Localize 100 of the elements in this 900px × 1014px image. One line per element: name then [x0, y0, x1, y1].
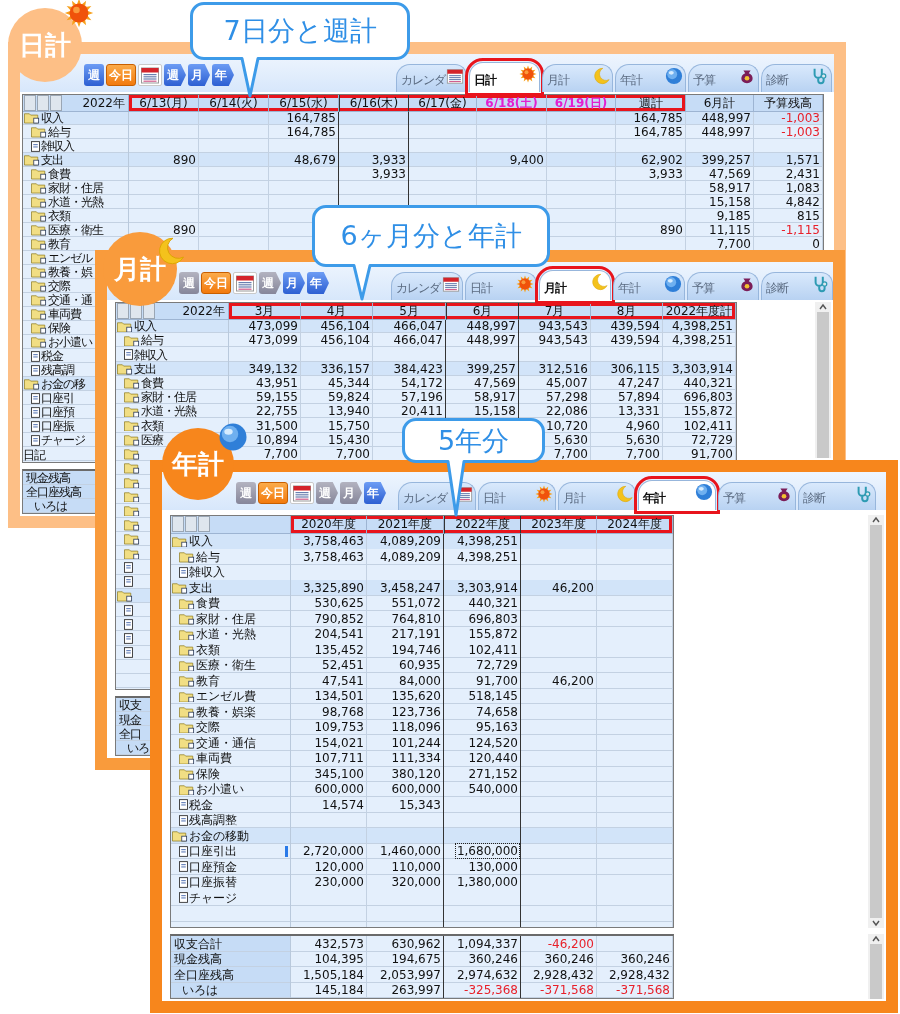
table-cell[interactable]: 399,257: [701, 154, 751, 166]
table-cell[interactable]: 15,158: [474, 405, 516, 418]
row-label[interactable]: 雑収入: [41, 140, 74, 152]
table-cell[interactable]: 4,089,209: [379, 550, 441, 563]
row-label[interactable]: お小遣い: [48, 336, 92, 348]
row-label[interactable]: 口座振替: [189, 876, 237, 889]
row-label[interactable]: 教育: [196, 674, 220, 687]
column-header[interactable]: 6/13(月): [129, 95, 199, 112]
row-label[interactable]: 衣類: [196, 643, 220, 656]
row-label[interactable]: 現金残高: [174, 953, 222, 966]
table-cell[interactable]: 384,423: [393, 362, 443, 375]
table-cell[interactable]: 7,700: [716, 238, 751, 250]
table-cell[interactable]: 3,303,914: [671, 362, 733, 375]
column-header[interactable]: 5月: [373, 303, 446, 320]
diary-label[interactable]: 日記: [23, 449, 45, 461]
column-header[interactable]: 2022年度計: [663, 303, 736, 320]
table-cell[interactable]: 130,000: [468, 860, 518, 873]
row-label[interactable]: 支出: [134, 362, 156, 375]
tab[interactable]: 日計: [478, 482, 556, 510]
table-cell[interactable]: 84,000: [399, 674, 441, 687]
table-cell[interactable]: 600,000: [391, 783, 441, 796]
table-cell[interactable]: 3,458,247: [379, 581, 441, 594]
tab[interactable]: 月計: [542, 64, 613, 92]
row-label[interactable]: 給与: [196, 550, 220, 563]
table-cell[interactable]: 194,746: [391, 643, 441, 656]
table-cell[interactable]: 3,933: [371, 154, 406, 166]
column-header[interactable]: 週計: [616, 95, 686, 112]
tab[interactable]: 予算: [718, 482, 796, 510]
table-cell[interactable]: 155,872: [468, 628, 518, 641]
row-label[interactable]: 車両費: [196, 752, 232, 765]
row-label[interactable]: 家財・住居: [196, 612, 256, 625]
table-cell[interactable]: 47,247: [618, 377, 660, 390]
table-cell[interactable]: 473,099: [248, 320, 298, 333]
table-cell[interactable]: 696,803: [468, 612, 518, 625]
table-cell[interactable]: 46,200: [552, 674, 594, 687]
table-cell[interactable]: 95,163: [476, 721, 518, 734]
tab[interactable]: 診断: [761, 272, 833, 300]
row-label[interactable]: 全口: [119, 727, 141, 740]
table-cell[interactable]: 72,729: [476, 659, 518, 672]
column-handle[interactable]: [143, 303, 155, 319]
table-cell[interactable]: 600,000: [314, 783, 364, 796]
table-cell[interactable]: 4,398,251: [671, 334, 733, 347]
scrollbar[interactable]: [815, 302, 831, 458]
table-cell[interactable]: 135,452: [314, 643, 364, 656]
row-label[interactable]: 全口座残高: [26, 486, 81, 498]
table-cell[interactable]: 60,935: [399, 659, 441, 672]
table-cell[interactable]: 57,298: [546, 391, 588, 404]
row-label[interactable]: 収入: [41, 112, 63, 124]
table-cell[interactable]: -1,003: [781, 126, 820, 138]
table-cell[interactable]: 57,894: [618, 391, 660, 404]
table-cell[interactable]: 10,720: [546, 419, 588, 432]
table-cell[interactable]: 271,152: [468, 767, 518, 780]
next-button[interactable]: 年: [307, 272, 329, 294]
row-label[interactable]: 保険: [196, 767, 220, 780]
table-cell[interactable]: 46,200: [552, 581, 594, 594]
row-label[interactable]: 雑収入: [189, 566, 225, 579]
tab[interactable]: 予算: [687, 272, 759, 300]
tab[interactable]: カレンダ: [391, 272, 463, 300]
table-cell[interactable]: 764,810: [391, 612, 441, 625]
table-cell[interactable]: 456,104: [320, 320, 370, 333]
table-cell[interactable]: 306,115: [610, 362, 660, 375]
row-label[interactable]: 口座引: [41, 392, 74, 404]
row-label[interactable]: 水道・光熱: [48, 196, 103, 208]
column-header[interactable]: 6/14(火): [199, 95, 269, 112]
row-label[interactable]: 家財・住居: [48, 182, 103, 194]
column-header[interactable]: 3月: [229, 303, 301, 320]
previous-button[interactable]: 週: [84, 64, 104, 86]
row-label[interactable]: 支出: [41, 154, 63, 166]
table-cell[interactable]: 13,331: [618, 405, 660, 418]
table-cell[interactable]: 3,325,890: [302, 581, 364, 594]
row-label[interactable]: エンゼル: [48, 252, 92, 264]
table-cell[interactable]: 349,132: [248, 362, 298, 375]
table-cell[interactable]: 815: [797, 210, 820, 222]
row-label[interactable]: 教育: [48, 238, 70, 250]
row-label[interactable]: 収入: [134, 320, 156, 333]
table-cell[interactable]: 10,894: [256, 433, 298, 446]
column-header[interactable]: 2021年度: [367, 516, 444, 534]
next-button[interactable]: 月: [188, 64, 210, 86]
table-cell[interactable]: 3,933: [371, 168, 406, 180]
table-cell[interactable]: 4,089,209: [379, 535, 441, 548]
table-cell[interactable]: 5,630: [553, 433, 588, 446]
row-label[interactable]: 保険: [48, 322, 70, 334]
table-cell[interactable]: 47,569: [474, 377, 516, 390]
table-cell[interactable]: 439,594: [610, 320, 660, 333]
calendar-button[interactable]: [290, 482, 314, 504]
row-label[interactable]: エンゼル費: [196, 690, 256, 703]
table-cell[interactable]: 11,115: [709, 224, 751, 236]
table-cell[interactable]: 890: [173, 154, 196, 166]
table-cell[interactable]: 123,736: [391, 705, 441, 718]
table-cell[interactable]: 154,021: [314, 736, 364, 749]
row-label[interactable]: 交通・通信: [196, 736, 256, 749]
column-header[interactable]: 2023年度: [521, 516, 597, 534]
table-cell[interactable]: 20,411: [401, 405, 443, 418]
table-cell[interactable]: 399,257: [466, 362, 516, 375]
next-button[interactable]: 年: [212, 64, 234, 86]
table-cell[interactable]: 1,460,000: [379, 845, 441, 858]
table-cell[interactable]: 124,520: [468, 736, 518, 749]
column-handle[interactable]: [50, 95, 62, 111]
row-label[interactable]: 全口座残高: [174, 968, 234, 981]
table-cell[interactable]: 98,768: [322, 705, 364, 718]
